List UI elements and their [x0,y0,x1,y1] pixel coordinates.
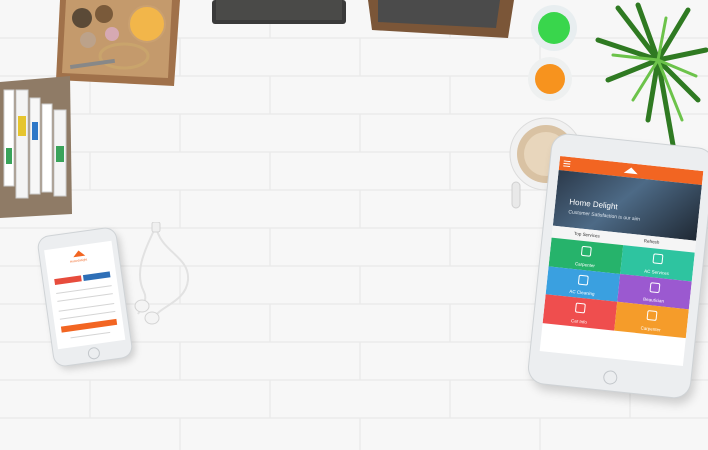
tab-top-services[interactable]: Top Services [574,231,600,239]
ac-icon [652,253,664,265]
phone-brand: HomeDelight [69,257,88,264]
tile-label: Car Info [570,317,588,325]
phone-login-tab[interactable] [54,275,82,286]
menu-icon[interactable] [563,160,571,168]
earphones [134,222,190,325]
saw-icon [580,245,592,257]
phone-field-password[interactable] [59,310,116,320]
broom-icon [577,274,589,286]
sparkle-icon [649,281,661,293]
tablet: Home Delight Customer Satisfaction is ou… [527,133,708,399]
car-icon [574,302,586,314]
tile-label: Carpenter [640,324,661,332]
tablet-home-button[interactable] [602,369,618,386]
tile-car-info[interactable]: Car Info [542,294,618,331]
tab-refresh[interactable]: Refresh [644,238,660,245]
toolbox-icon [646,310,658,322]
phone-submit-button[interactable] [60,318,118,333]
phone-screen: HomeDelight [44,240,126,350]
phone-footer-link[interactable] [70,331,111,339]
phone-field-name[interactable] [56,285,112,294]
paint-cups [528,5,577,101]
phone-field-mobile[interactable] [57,293,113,302]
desk-scene: HomeDelight Home Delight Customer Satisf… [0,0,708,450]
services-grid: Carpenter AC Services AC Cleaning Beauti… [540,237,695,366]
potted-plant [595,2,708,148]
phone-field-email[interactable] [58,303,115,312]
wooden-frame [368,0,514,38]
phone-home-button[interactable] [87,346,101,361]
home-logo-icon [623,167,638,175]
hero-subtitle: Customer Satisfaction is our aim [568,209,641,223]
paint-tubes-box [0,76,72,218]
phone-signup-tab[interactable] [82,271,111,282]
tile-carpenter-2[interactable]: Carpenter [614,301,689,338]
dark-book [212,0,346,24]
tablet-screen: Home Delight Customer Satisfaction is ou… [539,156,704,367]
